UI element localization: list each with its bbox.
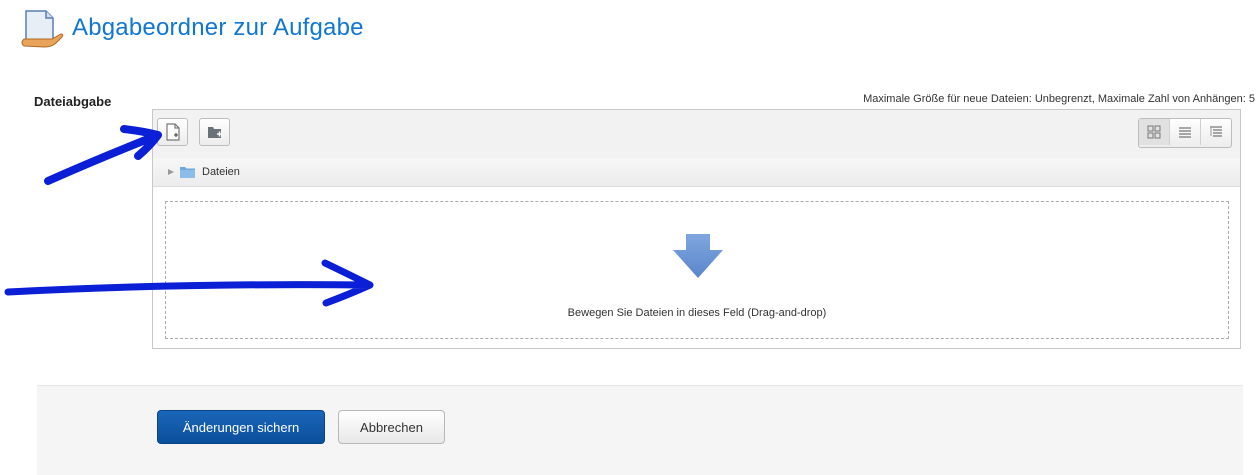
- view-tree-button[interactable]: [1200, 119, 1231, 145]
- drop-zone[interactable]: Bewegen Sie Dateien in dieses Feld (Drag…: [165, 201, 1229, 339]
- view-mode-switcher: [1138, 118, 1232, 148]
- folder-add-icon: [207, 127, 222, 138]
- page-title: Abgabeordner zur Aufgabe: [72, 14, 364, 41]
- tree-view-icon: [1210, 126, 1222, 137]
- upload-limits-info: Maximale Größe für neue Dateien: Unbegre…: [863, 93, 1255, 105]
- expand-triangle-icon[interactable]: [167, 168, 175, 176]
- form-footer: Änderungen sichern Abbrechen: [37, 385, 1243, 475]
- down-arrow-icon: [673, 234, 723, 278]
- add-file-button[interactable]: [157, 118, 188, 146]
- view-grid-button[interactable]: [1139, 119, 1169, 145]
- file-manager-toolbar: [153, 110, 1240, 159]
- view-list-button[interactable]: [1169, 119, 1200, 145]
- file-manager: Dateien Bewegen Sie Dateien in dieses Fe…: [152, 109, 1241, 349]
- grid-view-icon: [1147, 125, 1161, 139]
- list-view-icon: [1179, 127, 1191, 138]
- field-label: Dateiabgabe: [34, 94, 112, 109]
- folder-icon: [180, 167, 195, 178]
- page-header: Abgabeordner zur Aufgabe: [18, 8, 364, 48]
- create-folder-button[interactable]: [199, 118, 230, 146]
- annotation-arrow-toolbar: [44, 125, 162, 185]
- file-manager-path: Dateien: [153, 158, 1240, 187]
- assignment-icon: [21, 10, 64, 48]
- save-changes-button[interactable]: Änderungen sichern: [157, 410, 325, 444]
- cancel-button[interactable]: Abbrechen: [338, 410, 445, 444]
- drop-zone-text: Bewegen Sie Dateien in dieses Feld (Drag…: [567, 307, 827, 319]
- file-add-icon: [165, 123, 180, 141]
- path-folder-link[interactable]: Dateien: [202, 166, 240, 178]
